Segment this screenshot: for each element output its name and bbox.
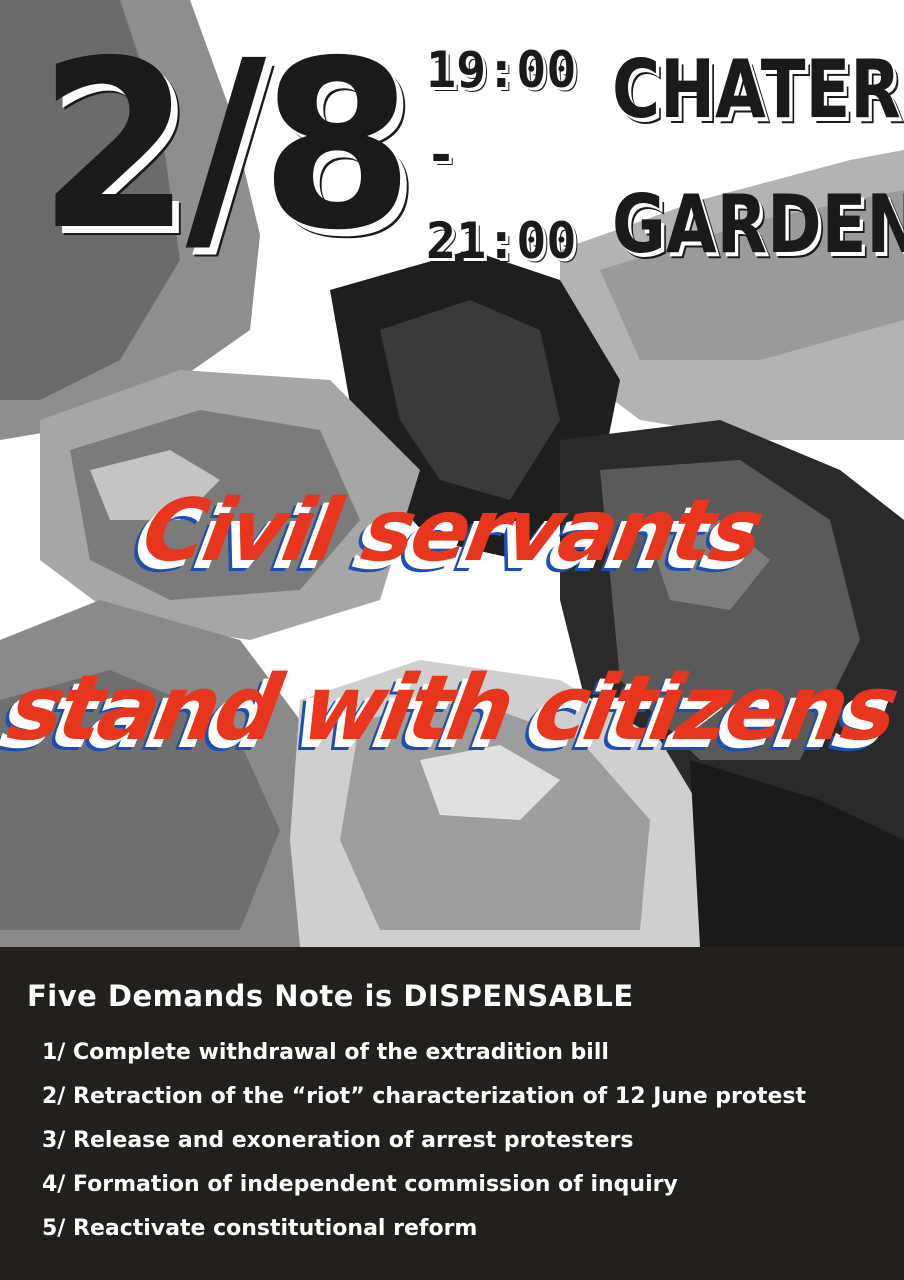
demands-panel: Five Demands Note is DISPENSABLE 1/ Comp… [0, 947, 904, 1280]
demands-title: Five Demands Note is DISPENSABLE [27, 979, 634, 1013]
poster: 2/8 19:00 - 21:00 CHATER GARDEN Civil se… [0, 0, 904, 1280]
event-time-separator: - [426, 126, 457, 184]
venue-line-1: CHATER [612, 43, 901, 136]
demand-item-4: 4/ Formation of independent commission o… [42, 1172, 678, 1197]
venue-line-2: GARDEN [612, 178, 904, 271]
demand-item-3: 3/ Release and exoneration of arrest pro… [42, 1128, 634, 1153]
demand-item-5: 5/ Reactivate constitutional reform [42, 1216, 478, 1241]
event-date: 2/8 [38, 11, 414, 281]
demand-item-1: 1/ Complete withdrawal of the extraditio… [42, 1040, 609, 1065]
headline-line-1: Civil servants [135, 481, 769, 581]
event-time-start: 19:00 [426, 41, 577, 99]
event-time-end: 21:00 [426, 212, 577, 270]
headline-line-2: stand with citizens [1, 656, 903, 761]
demand-item-2: 2/ Retraction of the “riot” characteriza… [42, 1084, 807, 1109]
demands-list: 1/ Complete withdrawal of the extraditio… [42, 1035, 806, 1255]
